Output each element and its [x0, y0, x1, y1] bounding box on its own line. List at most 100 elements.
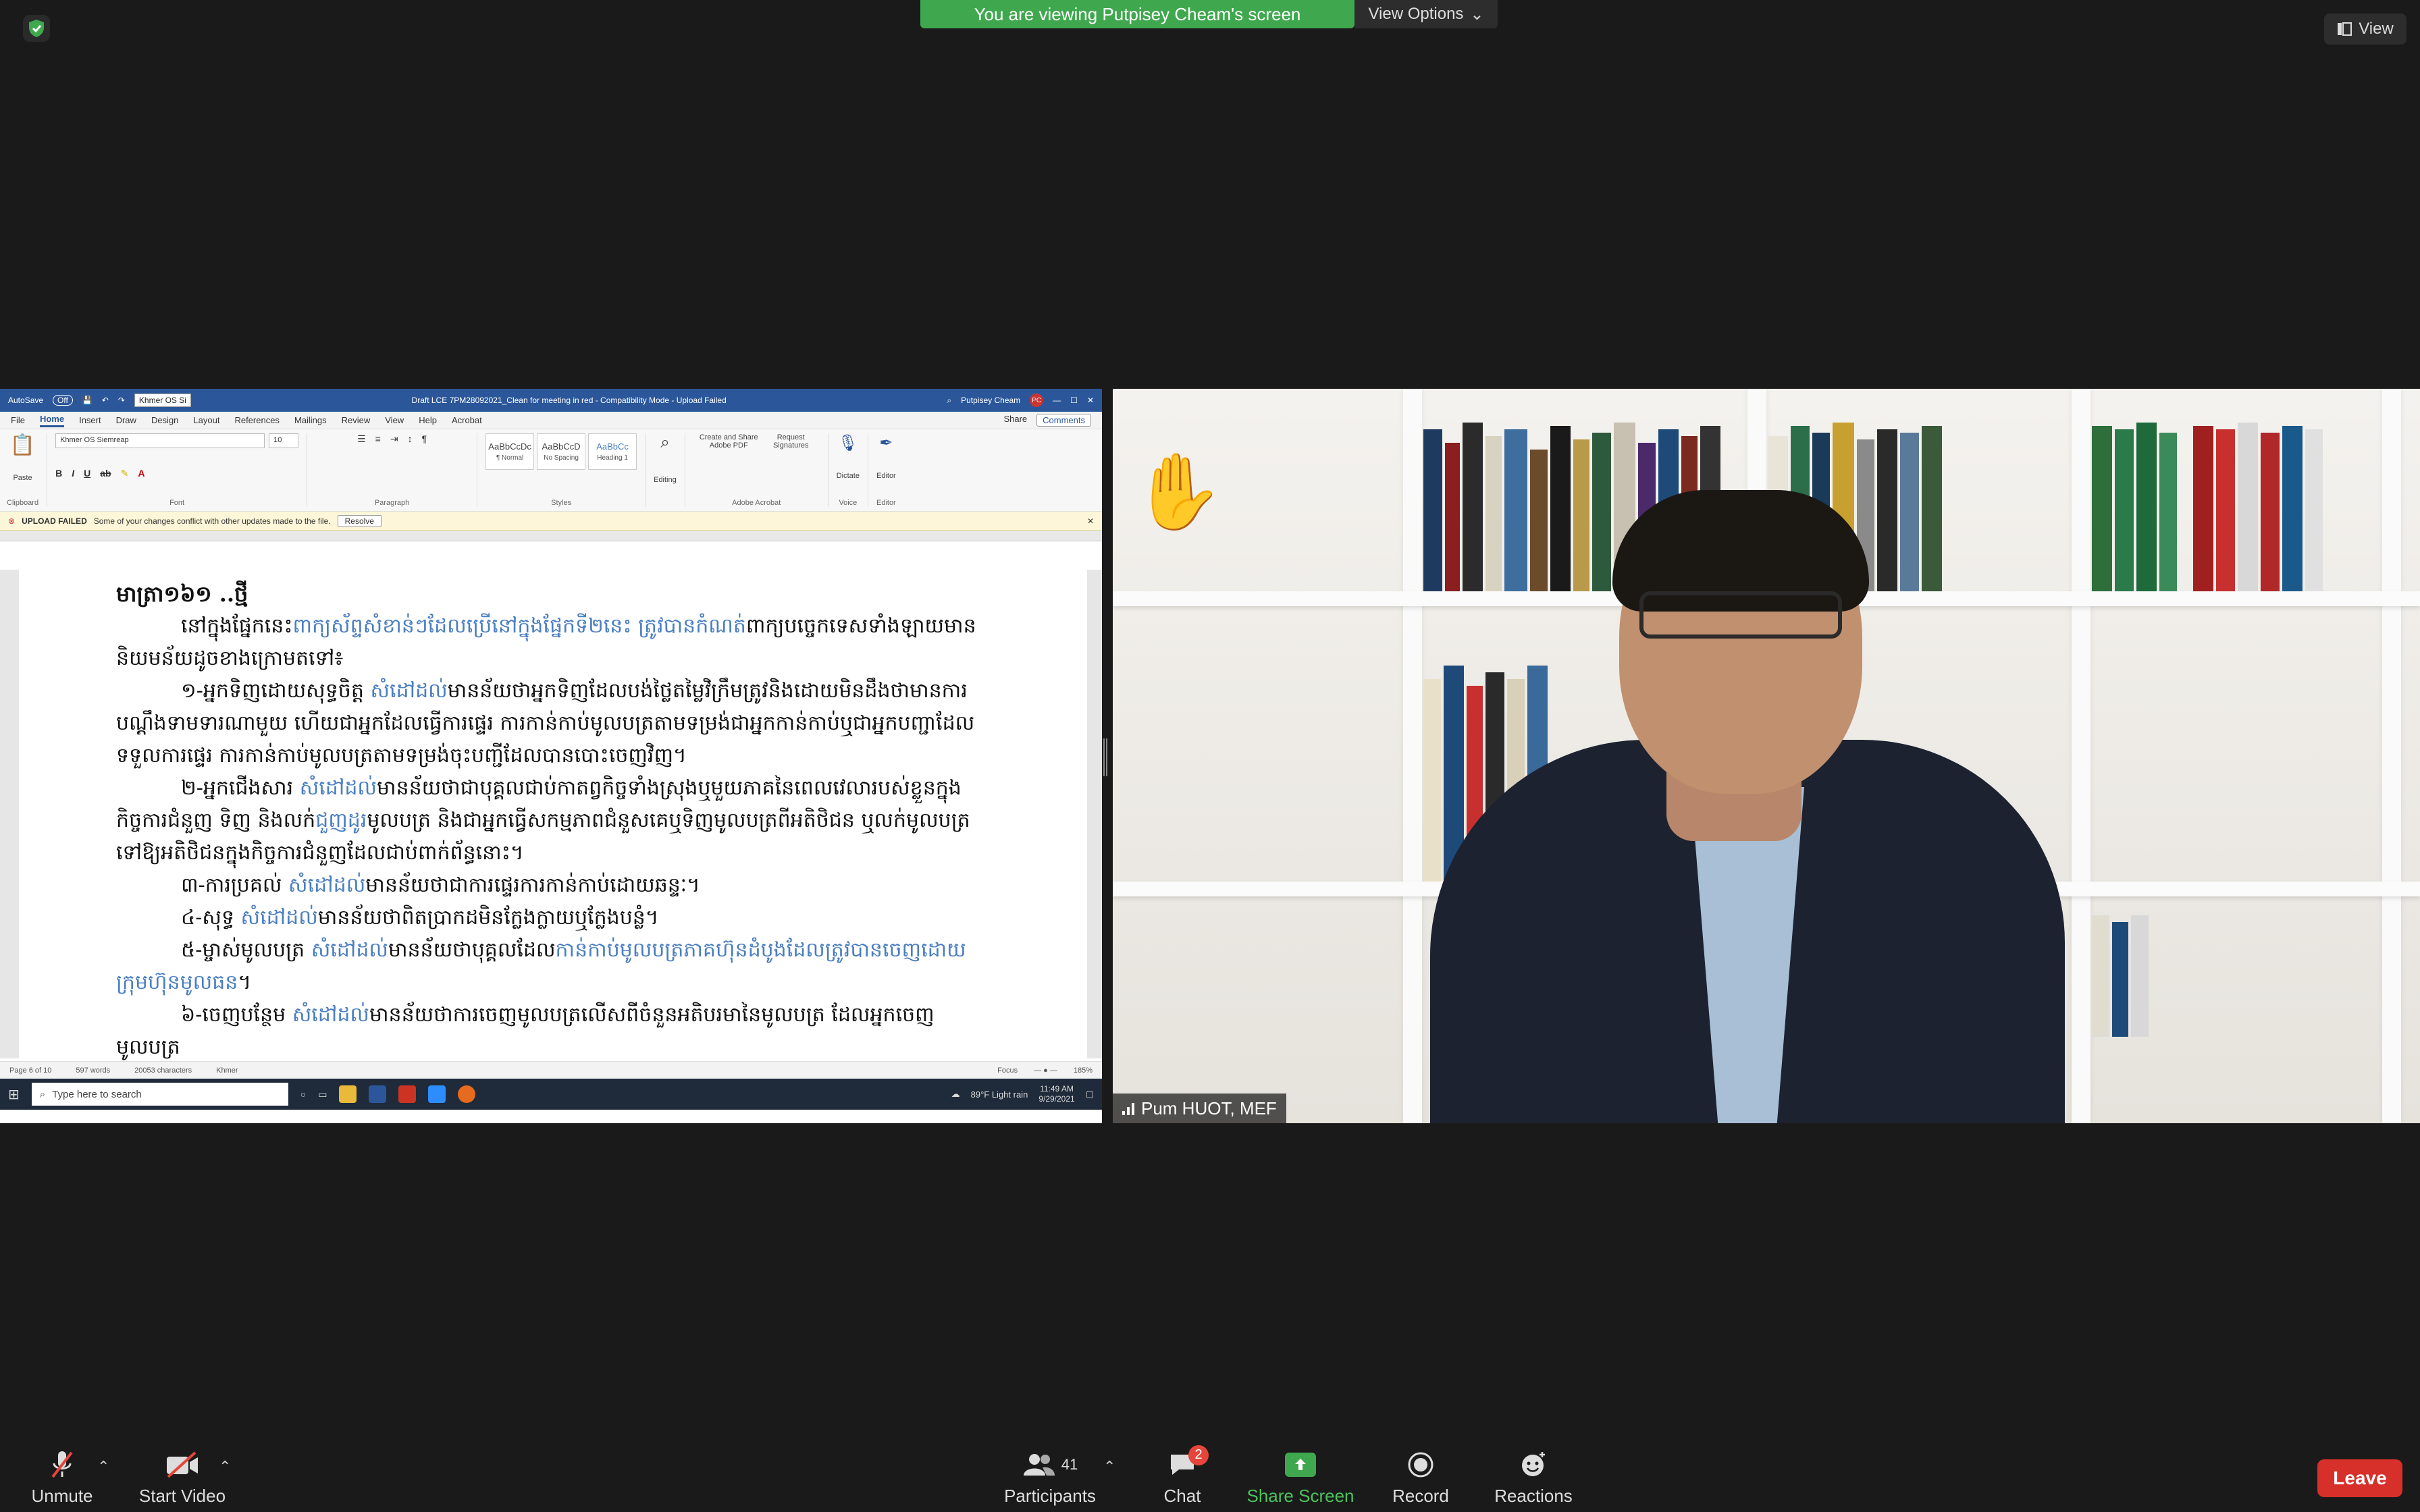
- tab-insert[interactable]: Insert: [79, 415, 101, 425]
- participants-button[interactable]: 41 Participants: [999, 1443, 1101, 1512]
- record-label: Record: [1392, 1485, 1449, 1506]
- avatar[interactable]: PC: [1030, 394, 1044, 407]
- sort-icon[interactable]: ↕: [408, 433, 413, 445]
- resolve-button[interactable]: Resolve: [337, 514, 382, 527]
- character-count[interactable]: 20053 characters: [134, 1066, 192, 1075]
- create-pdf-button[interactable]: Create and Share Adobe PDF: [698, 433, 759, 450]
- video-options-chevron-icon[interactable]: ⌃: [219, 1458, 231, 1476]
- style-normal[interactable]: AaBbCcDc ¶ Normal: [485, 433, 535, 470]
- chat-button[interactable]: 2 Chat: [1152, 1443, 1213, 1512]
- strikethrough-icon[interactable]: ab: [100, 468, 111, 479]
- bullets-icon[interactable]: ☰: [357, 433, 366, 445]
- paragraph: ២-អ្នកជើងសារ សំដៅដល់មានន័យថាជាបុគ្គលជាប់…: [116, 776, 970, 865]
- focus-button[interactable]: Focus: [997, 1066, 1018, 1075]
- account-name[interactable]: Putpisey Cheam: [961, 396, 1020, 405]
- word-titlebar: AutoSave Off 💾 ↶ ↷ Khmer OS Si Draft LCE…: [0, 389, 1102, 412]
- autosave-label: AutoSave: [8, 396, 44, 405]
- view-button[interactable]: View: [2324, 14, 2406, 45]
- participant-video-tile[interactable]: ✋ Pum HUOT, MEF: [1113, 389, 2420, 1123]
- request-signatures-button[interactable]: Request Signatures: [767, 433, 814, 450]
- firefox-app-icon[interactable]: [458, 1085, 476, 1103]
- zoom-app-icon[interactable]: [428, 1085, 446, 1103]
- share-screen-button[interactable]: Share Screen: [1246, 1443, 1354, 1512]
- file-explorer-icon[interactable]: [339, 1085, 357, 1103]
- minimize-icon[interactable]: —: [1053, 396, 1061, 405]
- start-video-button[interactable]: Start Video: [135, 1443, 230, 1512]
- tab-view[interactable]: View: [385, 415, 404, 425]
- save-icon[interactable]: 💾: [82, 396, 93, 405]
- participants-options-chevron-icon[interactable]: ⌃: [1103, 1458, 1115, 1476]
- tab-mailings[interactable]: Mailings: [294, 415, 327, 425]
- split-resize-handle[interactable]: [1103, 738, 1109, 776]
- acrobat-app-icon[interactable]: [398, 1085, 417, 1103]
- zoom-slider[interactable]: — ● —: [1034, 1066, 1057, 1075]
- unmute-button[interactable]: Unmute: [27, 1443, 97, 1512]
- dictate-button[interactable]: Dictate: [837, 472, 860, 480]
- paragraph: ៥-ម្ចាស់មូលបត្រ សំដៅដល់មានន័យថាបុគ្គលដែល…: [116, 938, 966, 994]
- autosave-toggle[interactable]: Off: [53, 395, 73, 406]
- clock-date: 9/29/2021: [1038, 1094, 1075, 1104]
- bold-icon[interactable]: B: [55, 468, 62, 479]
- tab-layout[interactable]: Layout: [193, 415, 219, 425]
- tab-help[interactable]: Help: [419, 415, 437, 425]
- editing-button[interactable]: Editing: [654, 476, 677, 484]
- document-page[interactable]: មាត្រា១៦១ ..ថ្មី នៅក្នុងផ្នែកនេះពាក្យស័ព…: [19, 570, 1087, 1059]
- record-button[interactable]: Record: [1387, 1443, 1454, 1512]
- tab-design[interactable]: Design: [151, 415, 178, 425]
- italic-icon[interactable]: I: [72, 468, 74, 479]
- tab-acrobat[interactable]: Acrobat: [452, 415, 482, 425]
- zoom-level[interactable]: 185%: [1074, 1066, 1093, 1075]
- view-options-button[interactable]: View Options ⌄: [1354, 0, 1498, 28]
- style-heading-1[interactable]: AaBbCc Heading 1: [588, 433, 637, 470]
- close-icon[interactable]: ✕: [1087, 516, 1094, 526]
- upload-failed-bar: ⊗ UPLOAD FAILED Some of your changes con…: [0, 512, 1102, 531]
- share-button[interactable]: Share: [1003, 414, 1027, 427]
- windows-start-icon[interactable]: ⊞: [8, 1086, 20, 1103]
- close-icon[interactable]: ✕: [1087, 396, 1094, 405]
- comments-button[interactable]: Comments: [1036, 414, 1091, 427]
- style-no-spacing[interactable]: AaBbCcD No Spacing: [537, 433, 586, 470]
- page-count[interactable]: Page 6 of 10: [9, 1066, 51, 1075]
- weather-text[interactable]: 89°F Light rain: [971, 1089, 1028, 1100]
- search-icon[interactable]: ⌕: [947, 396, 951, 406]
- tab-draw[interactable]: Draw: [116, 415, 136, 425]
- audio-options-chevron-icon[interactable]: ⌃: [97, 1458, 109, 1476]
- font-name-select[interactable]: Khmer OS Siemreap: [55, 433, 265, 448]
- cortana-icon[interactable]: ○: [300, 1089, 306, 1100]
- participants-count: 41: [1061, 1455, 1078, 1473]
- word-app-icon[interactable]: [369, 1085, 387, 1103]
- highlight-icon[interactable]: ✎: [121, 468, 129, 479]
- quick-font-box[interactable]: Khmer OS Si: [134, 394, 191, 407]
- editor-pen-icon[interactable]: ✒: [879, 433, 893, 453]
- word-count[interactable]: 597 words: [76, 1066, 110, 1075]
- indent-icon[interactable]: ⇥: [390, 433, 398, 445]
- editor-button[interactable]: Editor: [876, 472, 896, 480]
- notifications-icon[interactable]: ▢: [1086, 1089, 1094, 1100]
- taskbar-clock[interactable]: 11:49 AM 9/29/2021: [1038, 1084, 1074, 1104]
- tab-review[interactable]: Review: [342, 415, 371, 425]
- tab-file[interactable]: File: [11, 415, 25, 425]
- redo-icon[interactable]: ↷: [118, 396, 125, 405]
- find-icon[interactable]: ⌕: [660, 433, 669, 452]
- tab-home[interactable]: Home: [39, 414, 65, 427]
- font-color-icon[interactable]: A: [138, 468, 144, 479]
- paste-button[interactable]: Paste: [13, 474, 32, 482]
- task-view-icon[interactable]: ▭: [318, 1089, 327, 1100]
- pilcrow-icon[interactable]: ¶: [422, 433, 427, 445]
- underline-icon[interactable]: U: [84, 468, 90, 479]
- taskbar-search[interactable]: ⌕ Type here to search: [31, 1083, 288, 1106]
- numbering-icon[interactable]: ≡: [375, 433, 381, 445]
- style-preview: AaBbCc: [596, 441, 629, 452]
- font-size-select[interactable]: 10: [269, 433, 299, 448]
- paste-icon[interactable]: 📋: [10, 433, 35, 457]
- leave-meeting-button[interactable]: Leave: [2317, 1459, 2402, 1497]
- security-shield-icon[interactable]: [23, 15, 50, 42]
- tab-references[interactable]: References: [234, 415, 279, 425]
- undo-icon[interactable]: ↶: [102, 396, 109, 405]
- proofing-language[interactable]: Khmer: [216, 1066, 238, 1075]
- microphone-icon[interactable]: 🎙: [838, 433, 858, 453]
- ruler[interactable]: [0, 531, 1102, 541]
- unmute-label: Unmute: [31, 1485, 93, 1506]
- maximize-icon[interactable]: ☐: [1070, 396, 1078, 405]
- reactions-button[interactable]: Reactions: [1490, 1443, 1577, 1512]
